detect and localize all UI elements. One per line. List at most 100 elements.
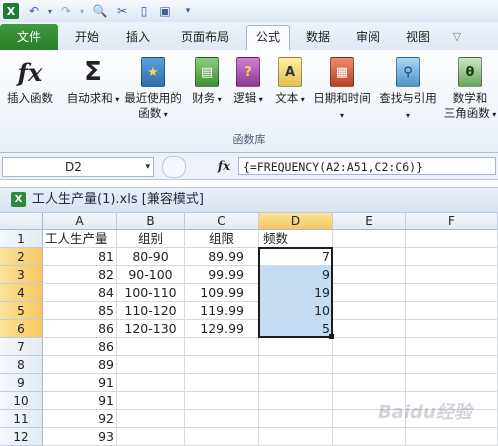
cell-col-f-row[interactable] — [406, 338, 498, 356]
row-header[interactable]: 2 — [0, 248, 43, 266]
cell-col-d-row[interactable] — [259, 410, 333, 428]
cell-col-c-row[interactable] — [185, 338, 259, 356]
cell-col-f-row[interactable] — [406, 230, 498, 248]
cell-col-b-row[interactable] — [117, 356, 185, 374]
cell-col-a-row[interactable]: 91 — [43, 374, 117, 392]
cell-col-e-row[interactable] — [333, 266, 406, 284]
tab-home[interactable]: 开始 — [66, 26, 108, 48]
cell-col-a-row[interactable]: 82 — [43, 266, 117, 284]
cell-col-f-row[interactable] — [406, 248, 498, 266]
cell-col-d-row[interactable] — [259, 374, 333, 392]
cell-col-d-row[interactable] — [259, 392, 333, 410]
financial-button[interactable]: ▤ 财务 ▾ — [188, 56, 226, 107]
lookup-reference-button[interactable]: ⚲ 查找与引用 ▾ — [376, 56, 440, 123]
cell-col-d-row[interactable] — [259, 338, 333, 356]
redo-icon[interactable]: ↷ — [58, 3, 74, 19]
cell-col-d-row[interactable]: 5 — [259, 320, 333, 338]
cell-col-a-row[interactable]: 92 — [43, 410, 117, 428]
tab-formulas[interactable]: 公式 — [246, 25, 290, 50]
cell-col-a-row[interactable]: 工人生产量 — [43, 230, 117, 248]
fill-handle[interactable] — [329, 334, 334, 339]
cell-col-b-row[interactable] — [117, 392, 185, 410]
cell-col-c-row[interactable]: 119.99 — [185, 302, 259, 320]
cell-col-d-row[interactable]: 7 — [259, 248, 333, 266]
cell-col-b-row[interactable] — [117, 410, 185, 428]
tab-page-layout[interactable]: 页面布局 — [170, 26, 240, 48]
cell-col-a-row[interactable]: 89 — [43, 356, 117, 374]
cell-col-e-row[interactable] — [333, 230, 406, 248]
cell-col-d-row[interactable]: 10 — [259, 302, 333, 320]
cell-col-c-row[interactable]: 109.99 — [185, 284, 259, 302]
cell-col-b-row[interactable]: 110-120 — [117, 302, 185, 320]
cell-col-f-row[interactable] — [406, 266, 498, 284]
row-header[interactable]: 8 — [0, 356, 43, 374]
column-header-e[interactable]: E — [333, 213, 406, 230]
row-header[interactable]: 9 — [0, 374, 43, 392]
row-header[interactable]: 7 — [0, 338, 43, 356]
tab-insert[interactable]: 插入 — [117, 26, 159, 48]
cell-col-a-row[interactable]: 81 — [43, 248, 117, 266]
cell-col-b-row[interactable]: 80-90 — [117, 248, 185, 266]
cell-col-b-row[interactable] — [117, 338, 185, 356]
cell-col-c-row[interactable] — [185, 428, 259, 446]
tab-review[interactable]: 审阅 — [347, 26, 389, 48]
column-header-b[interactable]: B — [117, 213, 185, 230]
row-header[interactable]: 10 — [0, 392, 43, 410]
cell-col-c-row[interactable]: 89.99 — [185, 248, 259, 266]
cell-col-a-row[interactable]: 93 — [43, 428, 117, 446]
row-header[interactable]: 1 — [0, 230, 43, 248]
math-trig-button[interactable]: θ 数学和 三角函数 ▾ — [442, 56, 498, 122]
new-file-icon[interactable]: ▯ — [136, 3, 152, 19]
cell-col-a-row[interactable]: 86 — [43, 338, 117, 356]
row-header[interactable]: 11 — [0, 410, 43, 428]
undo-icon[interactable]: ↶ — [26, 3, 42, 19]
cell-col-e-row[interactable] — [333, 374, 406, 392]
cell-col-d-row[interactable] — [259, 356, 333, 374]
cell-col-b-row[interactable]: 90-100 — [117, 266, 185, 284]
cell-col-b-row[interactable] — [117, 374, 185, 392]
customize-icon[interactable]: ▾ — [180, 3, 196, 19]
column-header-a[interactable]: A — [43, 213, 117, 230]
cell-col-b-row[interactable] — [117, 428, 185, 446]
cell-col-c-row[interactable] — [185, 356, 259, 374]
cell-col-a-row[interactable]: 86 — [43, 320, 117, 338]
cell-col-d-row[interactable] — [259, 428, 333, 446]
cell-col-e-row[interactable] — [333, 338, 406, 356]
tab-data[interactable]: 数据 — [297, 26, 339, 48]
cell-col-e-row[interactable] — [333, 428, 406, 446]
tools-icon[interactable]: ✂ — [114, 3, 130, 19]
column-header-d[interactable]: D — [259, 213, 333, 230]
cell-col-f-row[interactable] — [406, 284, 498, 302]
cell-col-f-row[interactable] — [406, 320, 498, 338]
cell-col-e-row[interactable] — [333, 356, 406, 374]
cell-col-e-row[interactable] — [333, 248, 406, 266]
cell-col-f-row[interactable] — [406, 428, 498, 446]
cell-col-c-row[interactable] — [185, 410, 259, 428]
cell-col-f-row[interactable] — [406, 356, 498, 374]
cell-col-d-row[interactable]: 9 — [259, 266, 333, 284]
formula-input[interactable]: {=FREQUENCY(A2:A51,C2:C6)} — [238, 157, 496, 175]
recently-used-button[interactable]: ★ 最近使用的 函数 ▾ — [120, 56, 186, 122]
insert-function-fx-icon[interactable]: fx — [214, 156, 234, 176]
redo-dropdown-icon[interactable]: ▾ — [74, 3, 90, 19]
print-preview-icon[interactable]: 🔍 — [92, 3, 108, 19]
cell-col-c-row[interactable] — [185, 374, 259, 392]
cell-col-b-row[interactable]: 100-110 — [117, 284, 185, 302]
row-header[interactable]: 12 — [0, 428, 43, 446]
text-button[interactable]: A 文本 ▾ — [270, 56, 310, 107]
autosum-button[interactable]: Σ 自动求和 ▾ — [66, 56, 120, 107]
select-all-corner[interactable] — [0, 213, 43, 230]
column-header-f[interactable]: F — [406, 213, 498, 230]
cell-col-a-row[interactable]: 91 — [43, 392, 117, 410]
cell-col-c-row[interactable]: 组限 — [185, 230, 259, 248]
cell-col-d-row[interactable]: 19 — [259, 284, 333, 302]
excel-logo-icon[interactable]: X — [3, 3, 19, 19]
insert-function-button[interactable]: fx 插入函数 — [2, 56, 58, 106]
name-box-dropdown-icon[interactable]: ▾ — [145, 158, 150, 176]
tab-file[interactable]: 文件 — [0, 24, 58, 50]
cell-col-b-row[interactable]: 120-130 — [117, 320, 185, 338]
cell-col-e-row[interactable] — [333, 284, 406, 302]
cell-col-a-row[interactable]: 84 — [43, 284, 117, 302]
cell-col-a-row[interactable]: 85 — [43, 302, 117, 320]
cell-col-f-row[interactable] — [406, 302, 498, 320]
